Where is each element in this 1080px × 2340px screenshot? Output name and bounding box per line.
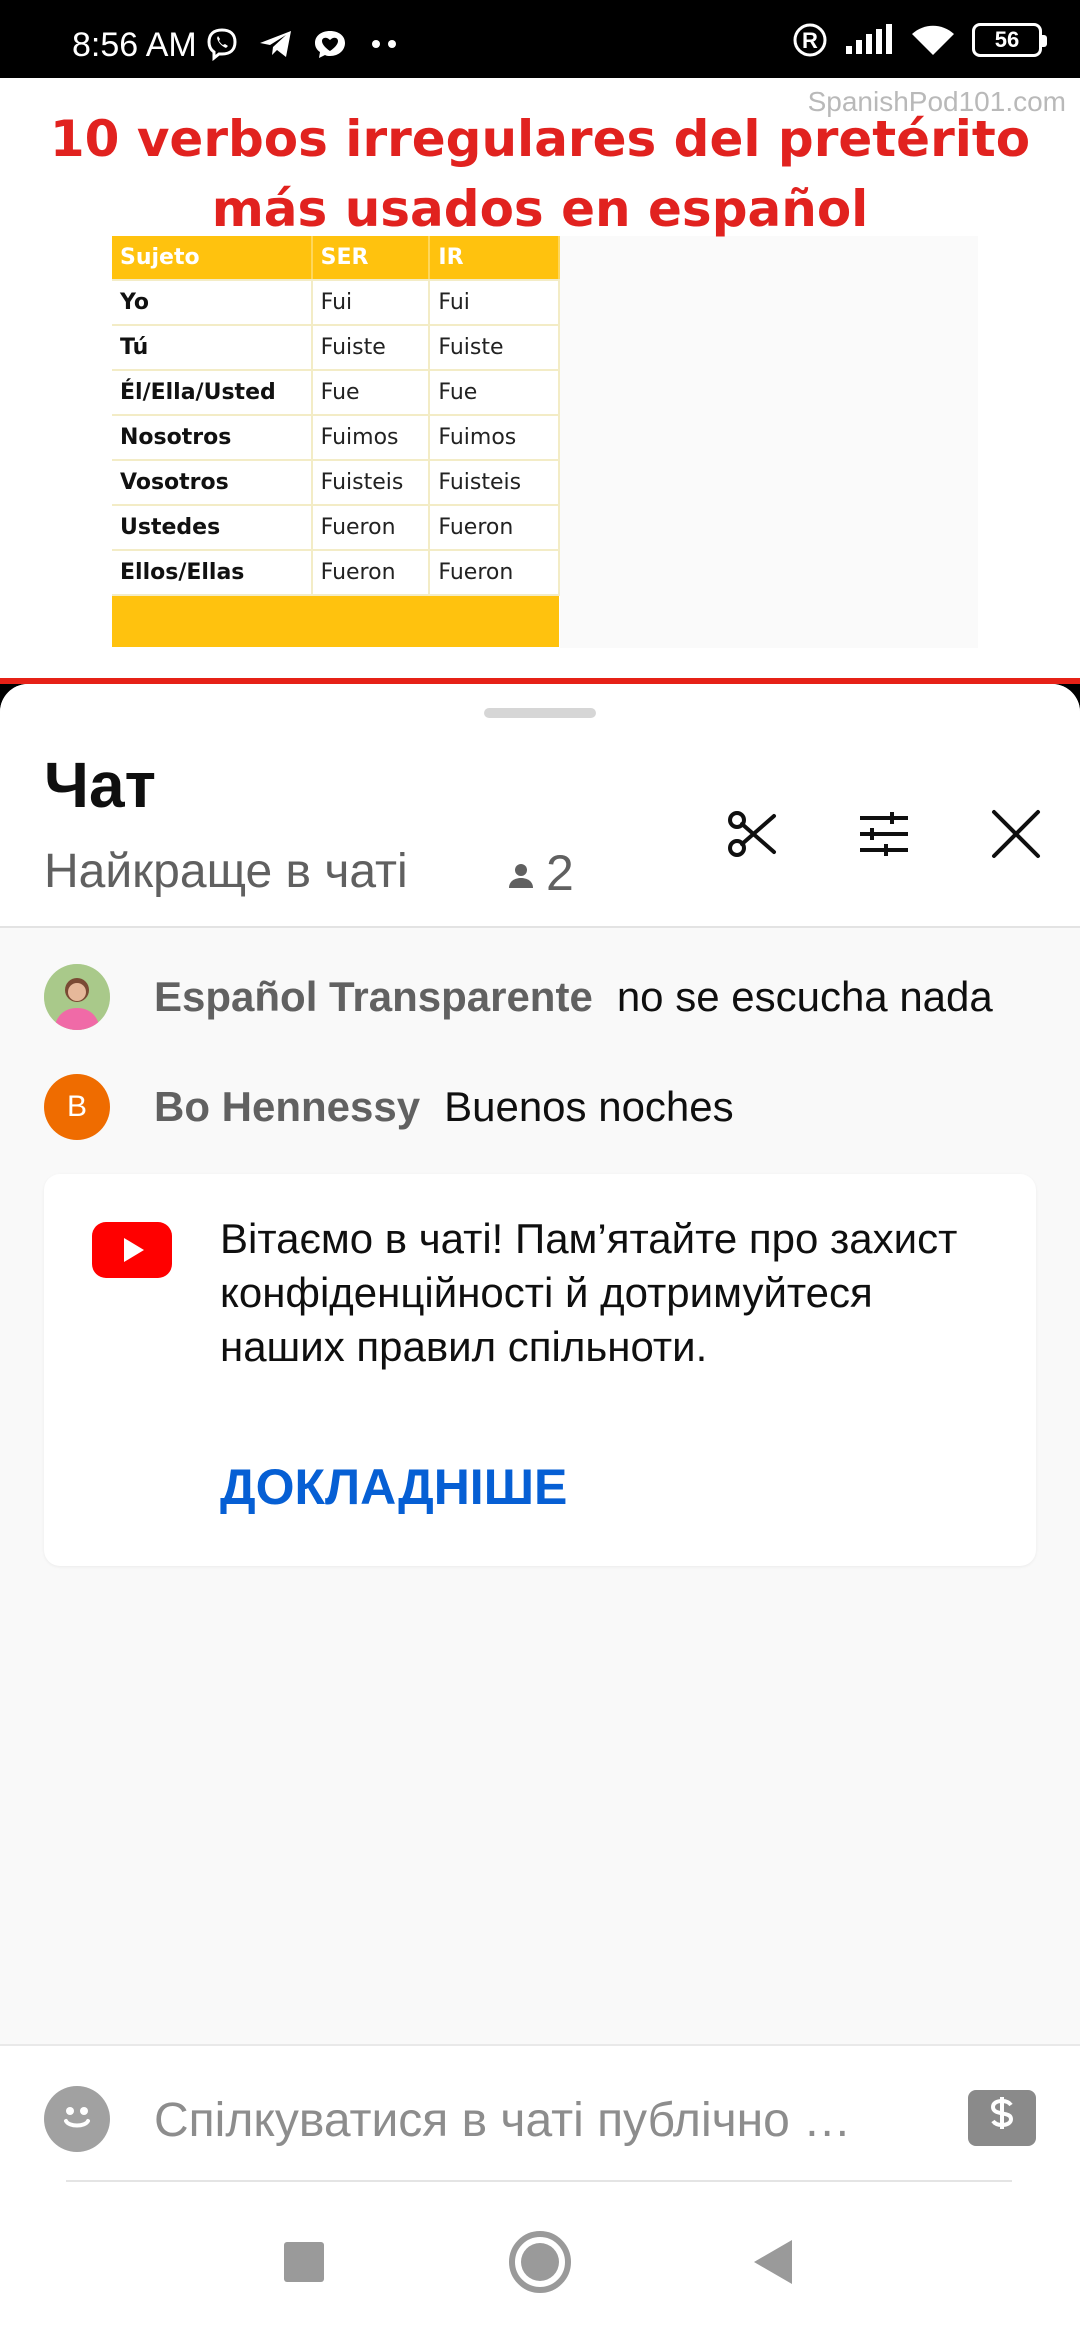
table-cell: Fue [429, 370, 560, 416]
chat-message[interactable]: B Bo Hennessy Buenos noches [44, 1074, 734, 1140]
table-cell: Yo [112, 280, 313, 326]
table-cell: Él/Ella/Usted [112, 370, 313, 416]
video-title-line-2: más usados en español [211, 180, 869, 238]
wifi-icon [910, 22, 956, 58]
status-time: 8:56 AM [72, 26, 197, 64]
chat-header-actions [712, 796, 1056, 876]
message-text: Buenos noches [444, 1083, 734, 1130]
back-button[interactable] [728, 2220, 816, 2308]
table-cell: Fueron [429, 505, 560, 551]
scissors-icon [724, 806, 780, 867]
registered-icon: R [792, 22, 828, 58]
learn-more-link[interactable]: ДОКЛАДНІШЕ [220, 1458, 567, 1516]
status-bar: 8:56 AM R 56 [0, 0, 1080, 78]
table-cell: Nosotros [112, 415, 313, 461]
recents-button[interactable] [260, 2220, 348, 2308]
back-triangle-icon [750, 2238, 794, 2291]
drag-handle[interactable] [484, 708, 596, 718]
table-cell: Fui [429, 280, 560, 326]
close-icon [990, 808, 1042, 865]
table-cell: Fuimos [429, 415, 560, 461]
table-cell: Fuisteis [429, 460, 560, 506]
table-cell: Fui [311, 280, 431, 326]
avatar [44, 964, 110, 1030]
chat-input-bar [0, 2044, 1080, 2184]
table-cell: Fuiste [429, 325, 560, 371]
recents-square-icon [282, 2240, 326, 2289]
table-cell: Fueron [311, 505, 431, 551]
avatar: B [44, 1074, 110, 1140]
chat-header: Чат Найкраще в чаті 2 [0, 684, 1080, 928]
chat-title: Чат [44, 749, 156, 821]
super-chat-button[interactable] [968, 2090, 1036, 2146]
svg-text:R: R [802, 28, 818, 53]
input-divider [66, 2180, 1012, 2182]
dollar-icon [982, 2093, 1022, 2143]
home-button[interactable] [496, 2220, 584, 2308]
welcome-message: Вітаємо в чаті! Пам’ятайте про захист ко… [220, 1215, 958, 1370]
heart-chat-icon [312, 26, 348, 62]
emoji-icon [55, 2095, 99, 2144]
table-cell: Fuisteis [311, 460, 431, 506]
home-circle-icon [508, 2230, 572, 2299]
table-cell: Fue [311, 370, 431, 416]
table-row: Ustedes Fueron Fueron [112, 505, 560, 551]
table-cell: Fueron [429, 550, 560, 596]
table-cell: Fuimos [311, 415, 431, 461]
chat-message-input[interactable] [154, 2080, 954, 2160]
welcome-card: Вітаємо в чаті! Пам’ятайте про захист ко… [44, 1174, 1036, 1566]
table-row: Yo Fui Fui [112, 280, 560, 326]
tune-icon [856, 810, 912, 863]
status-system-icons: R 56 [792, 22, 1047, 58]
table-footer-row [112, 595, 559, 647]
signal-icon [844, 22, 894, 58]
video-background-panel [560, 236, 978, 648]
table-cell: Ellos/Ellas [112, 550, 313, 596]
viewer-count: 2 [506, 844, 574, 902]
emoji-button[interactable] [44, 2086, 110, 2152]
message-text: no se escucha nada [616, 973, 993, 1020]
table-footer-cell [112, 595, 559, 647]
table-header-subject: Sujeto [112, 236, 313, 281]
video-player[interactable]: SpanishPod101.com 10 verbos irregulares … [0, 78, 1080, 680]
table-row: Ellos/Ellas Fueron Fueron [112, 550, 560, 596]
viewer-count-value: 2 [546, 845, 574, 901]
close-chat-button[interactable] [976, 796, 1056, 876]
table-row: Nosotros Fuimos Fuimos [112, 415, 560, 461]
chat-mode-selector[interactable]: Найкраще в чаті [44, 844, 408, 899]
battery-icon: 56 [972, 23, 1047, 57]
message-author: Bo Hennessy [154, 1083, 421, 1130]
clip-button[interactable] [712, 796, 792, 876]
table-cell: Tú [112, 325, 313, 371]
video-slide-title: 10 verbos irregulares del pretérito más … [0, 104, 1080, 244]
table-cell: Fuiste [311, 325, 431, 371]
telegram-icon [258, 26, 294, 62]
table-header-ir: IR [429, 236, 560, 281]
more-dots-icon [366, 26, 402, 62]
table-row: Vosotros Fuisteis Fuisteis [112, 460, 560, 506]
table-cell: Vosotros [112, 460, 313, 506]
chat-settings-button[interactable] [844, 796, 924, 876]
system-nav-bar [0, 2184, 1080, 2340]
chat-message[interactable]: Español Transparente no se escucha nada [44, 964, 993, 1030]
conjugation-table: Sujeto SER IR Yo Fui Fui Tú Fuiste Fuiste Él… [112, 236, 560, 647]
person-icon [506, 844, 536, 902]
status-notification-icons [204, 26, 402, 62]
youtube-logo-icon [92, 1222, 172, 1278]
table-header-ser: SER [311, 236, 431, 281]
table-cell: Fueron [311, 550, 431, 596]
table-row: Él/Ella/Usted Fue Fue [112, 370, 560, 416]
message-author: Español Transparente [154, 973, 593, 1020]
viber-icon [204, 26, 240, 62]
table-cell: Ustedes [112, 505, 313, 551]
table-row: Tú Fuiste Fuiste [112, 325, 560, 371]
video-title-line-1: 10 verbos irregulares del pretérito [49, 110, 1031, 168]
